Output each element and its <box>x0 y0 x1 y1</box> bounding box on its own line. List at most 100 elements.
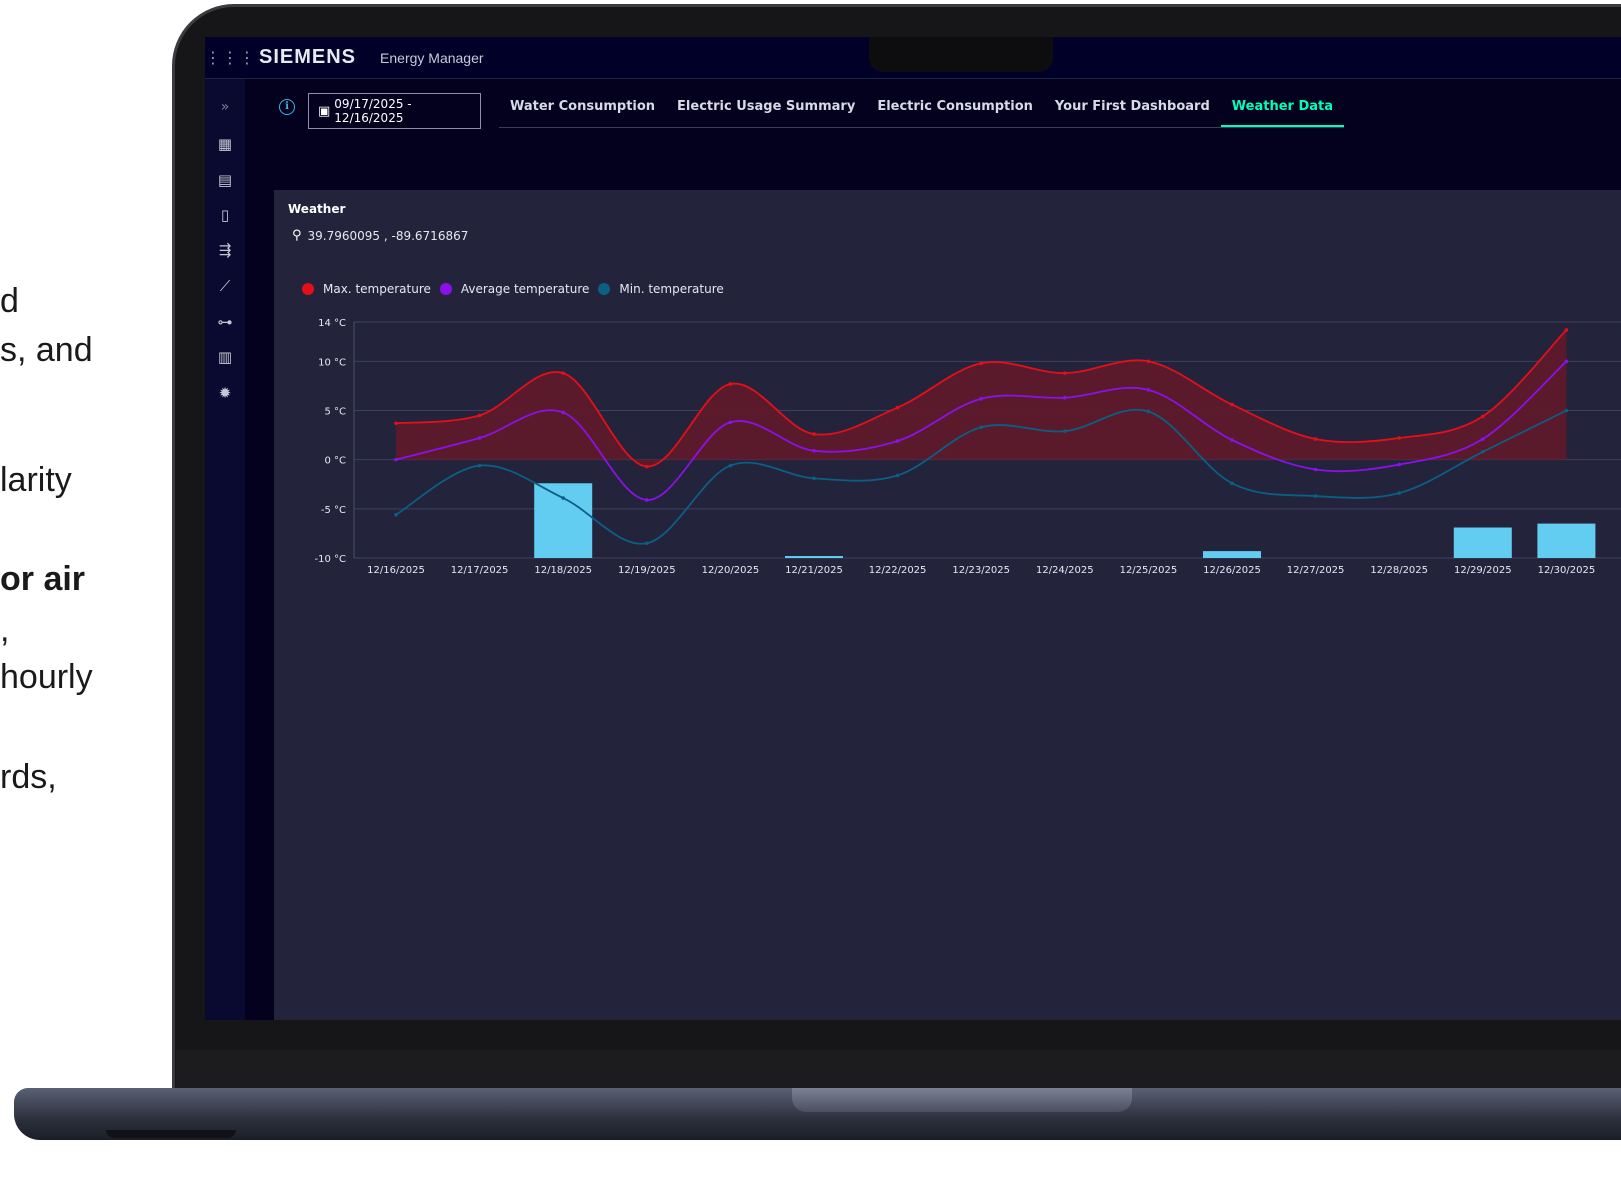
laptop-hinge-cutout <box>792 1088 1132 1112</box>
data-point <box>1063 429 1067 433</box>
data-point <box>394 421 398 426</box>
data-point <box>1313 467 1318 472</box>
date-range-value: 09/17/2025 - 12/16/2025 <box>334 97 412 125</box>
tab-bar: i ▣ 09/17/2025 - 12/16/2025 Water Consum… <box>245 79 1621 137</box>
data-point <box>1397 491 1401 495</box>
data-point <box>1481 414 1485 419</box>
weather-chart: 14 °C 10 °C 5 °C 0 °C -5 °C -10 °C 12/16/2025 1… <box>315 318 1621 576</box>
slide-text-line: or air <box>0 560 86 598</box>
y-tick-label: 0 °C <box>324 456 346 467</box>
precipitation-bar <box>534 483 593 558</box>
data-point <box>1230 481 1234 486</box>
precipitation-bar <box>1453 527 1512 558</box>
reports-icon[interactable]: ▤ <box>205 171 245 189</box>
slide-text-line: rds, <box>0 758 57 796</box>
x-tick-label: 12/16/2025 <box>367 565 425 576</box>
date-range-picker[interactable]: ▣ 09/17/2025 - 12/16/2025 <box>308 93 481 129</box>
app-screen: ⋮⋮⋮ SIEMENS Energy Manager » ▦ ▤ ▯ ⇶ ⟋ ⊶… <box>205 37 1621 1020</box>
data-point <box>1397 436 1401 440</box>
x-tick-label: 12/17/2025 <box>451 565 509 576</box>
y-tick-label: -5 °C <box>321 505 346 516</box>
data-point <box>477 413 482 418</box>
data-point <box>561 496 565 500</box>
document-icon[interactable]: ▯ <box>205 206 245 224</box>
data-point <box>1313 437 1318 441</box>
data-points-icon[interactable]: ⇶ <box>205 241 245 259</box>
laptop-foot <box>106 1130 236 1138</box>
slide-text-line: d <box>0 282 19 320</box>
slide-text-line: hourly <box>0 658 93 696</box>
tab-water-consumption[interactable]: Water Consumption <box>499 99 666 127</box>
dashboard-icon[interactable]: ▦ <box>205 135 245 153</box>
precipitation-bar <box>785 556 843 559</box>
data-point <box>645 541 649 546</box>
apps-grid-icon[interactable]: ⋮⋮⋮ <box>205 48 255 67</box>
x-tick-label: 12/19/2025 <box>618 565 676 576</box>
data-point <box>1481 450 1485 454</box>
tab-electric-usage-summary[interactable]: Electric Usage Summary <box>666 99 866 127</box>
info-icon[interactable]: i <box>279 99 295 115</box>
slide-text-line: larity <box>0 461 72 499</box>
data-point <box>645 464 649 469</box>
data-point <box>1397 462 1401 467</box>
data-point <box>1146 388 1151 392</box>
x-tick-label: 12/27/2025 <box>1287 565 1345 576</box>
weather-widget: Weather ⚲ 39.7960095 , -89.6716867 Max. … <box>274 190 1621 1020</box>
x-tick-label: 12/30/2025 <box>1538 565 1596 576</box>
camera-notch <box>869 37 1053 72</box>
data-point <box>1146 409 1151 414</box>
data-point <box>561 410 565 415</box>
x-tick-label: 12/21/2025 <box>785 565 843 576</box>
data-point <box>1230 402 1234 407</box>
sidebar: » ▦ ▤ ▯ ⇶ ⟋ ⊶ ▥ ✹ <box>205 79 245 1020</box>
data-point <box>895 405 900 410</box>
x-tick-label: 12/29/2025 <box>1454 565 1512 576</box>
data-point <box>1063 371 1067 375</box>
expand-chevrons-icon[interactable]: » <box>205 99 245 115</box>
x-tick-label: 12/20/2025 <box>702 565 760 576</box>
data-point <box>394 512 398 517</box>
data-point <box>1564 408 1569 413</box>
y-tick-label: -10 °C <box>315 554 347 565</box>
data-point <box>1313 494 1318 498</box>
buildings-icon[interactable]: ▥ <box>205 348 245 366</box>
analytics-icon[interactable]: ⟋ <box>205 277 245 295</box>
x-tick-label: 12/18/2025 <box>534 565 592 576</box>
slide-text-line: s, and <box>0 331 93 369</box>
data-point <box>1564 359 1569 364</box>
tab-your-first-dashboard[interactable]: Your First Dashboard <box>1044 99 1221 127</box>
precipitation-bar <box>1537 523 1596 558</box>
data-point <box>1230 438 1234 442</box>
y-tick-label: 14 °C <box>318 318 346 329</box>
app-name: Energy Manager <box>380 49 484 66</box>
data-point <box>561 371 565 375</box>
data-point <box>394 457 398 462</box>
x-tick-label: 12/22/2025 <box>869 565 927 576</box>
settings-icon[interactable]: ✹ <box>205 384 245 402</box>
y-tick-label: 10 °C <box>318 357 346 368</box>
data-point <box>979 425 983 430</box>
data-point <box>895 439 900 443</box>
calendar-icon: ▣ <box>318 103 331 119</box>
x-tick-label: 12/26/2025 <box>1203 565 1261 576</box>
x-tick-label: 12/23/2025 <box>952 565 1010 576</box>
data-point <box>1481 437 1485 441</box>
data-point <box>728 463 733 468</box>
slide-text-line: , <box>0 611 10 649</box>
x-tick-label: 12/25/2025 <box>1120 565 1178 576</box>
hierarchy-icon[interactable]: ⊶ <box>205 313 245 331</box>
precipitation-bar <box>1203 551 1261 558</box>
data-point <box>477 436 482 440</box>
data-point <box>728 382 733 386</box>
data-point <box>1564 328 1569 332</box>
x-tick-label: 12/24/2025 <box>1036 565 1094 576</box>
data-point <box>979 396 983 401</box>
data-point <box>979 361 983 366</box>
data-point <box>812 432 816 436</box>
data-point <box>812 476 816 481</box>
data-point <box>1063 395 1067 400</box>
data-point <box>895 473 900 478</box>
tab-weather-data[interactable]: Weather Data <box>1220 99 1345 127</box>
data-point <box>477 463 482 468</box>
tab-electric-consumption[interactable]: Electric Consumption <box>866 99 1044 127</box>
